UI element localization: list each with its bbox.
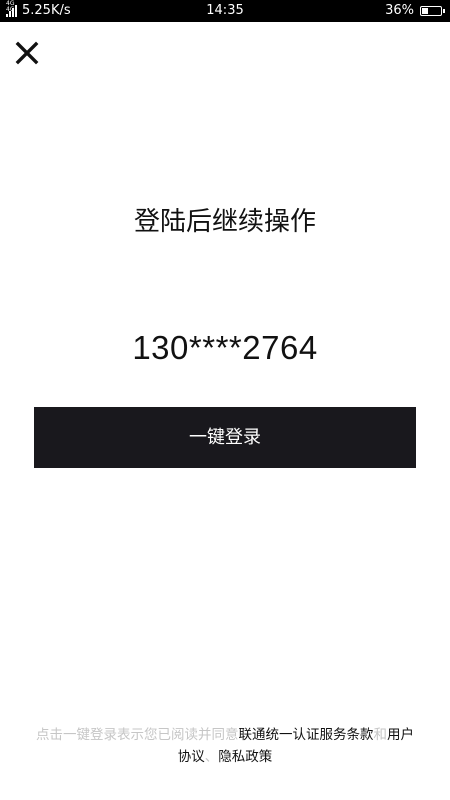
agreement-text: 点击一键登录表示您已阅读并同意联通统一认证服务条款和用户协议、隐私政策 — [30, 724, 420, 768]
battery-level — [422, 8, 428, 14]
close-icon — [15, 41, 39, 65]
masked-phone-number: 130****2764 — [132, 329, 318, 366]
page-title: 登陆后继续操作 — [133, 207, 316, 237]
status-bar: 4G 4G 5.25K/s 14:35 36% — [0, 0, 450, 22]
close-button[interactable] — [14, 40, 42, 68]
battery-percent: 36% — [385, 3, 414, 18]
agreement-and: 和 — [373, 727, 388, 743]
agreement-prefix: 点击一键登录表示您已阅读并同意 — [36, 727, 239, 743]
battery-icon — [420, 6, 445, 16]
one-click-login-button[interactable]: 一键登录 — [34, 407, 416, 468]
status-right: 36% — [385, 0, 445, 22]
privacy-policy-link[interactable]: 隐私政策 — [218, 749, 272, 765]
agreement-separator: 、 — [204, 749, 219, 765]
service-terms-link[interactable]: 联通统一认证服务条款 — [239, 727, 374, 743]
status-time: 14:35 — [206, 3, 244, 18]
